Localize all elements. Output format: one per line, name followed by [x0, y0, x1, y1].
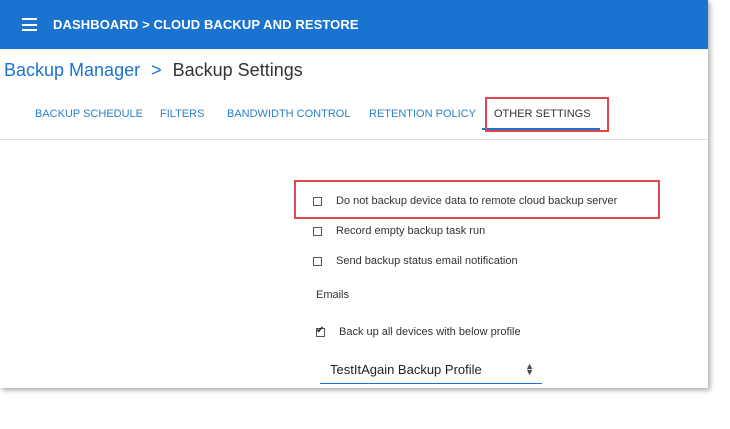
- emails-label: Emails: [316, 289, 350, 301]
- tab-bandwidth-control[interactable]: BANDWIDTH CONTROL: [227, 108, 350, 120]
- breadcrumb-separator: >: [151, 60, 162, 80]
- option-record-empty-run[interactable]: Record empty backup task run: [313, 225, 485, 237]
- top-bar-title: DASHBOARD > CLOUD BACKUP AND RESTORE: [53, 17, 359, 32]
- hamburger-icon[interactable]: [22, 18, 37, 31]
- breadcrumb-root[interactable]: Backup Manager: [4, 60, 140, 80]
- tab-backup-schedule[interactable]: BACKUP SCHEDULE: [35, 108, 143, 120]
- option-no-remote-backup[interactable]: Do not backup device data to remote clou…: [313, 195, 617, 207]
- option-label: Record empty backup task run: [336, 225, 486, 237]
- tab-retention-policy[interactable]: RETENTION POLICY: [369, 108, 476, 120]
- top-bar: DASHBOARD > CLOUD BACKUP AND RESTORE: [0, 0, 708, 49]
- option-label: Do not backup device data to remote clou…: [336, 195, 618, 207]
- option-label: Send backup status email notification: [336, 255, 518, 267]
- checkbox-no-remote-backup[interactable]: [313, 196, 322, 206]
- checkbox-send-status-email[interactable]: [313, 256, 322, 266]
- checkbox-record-empty-run[interactable]: [313, 226, 322, 236]
- app-window: DASHBOARD > CLOUD BACKUP AND RESTORE Bac…: [0, 0, 708, 388]
- checkbox-backup-all-devices[interactable]: [316, 325, 325, 337]
- page-title: Backup Settings: [172, 60, 303, 80]
- option-backup-all-devices[interactable]: Back up all devices with below profile: [316, 325, 521, 338]
- profile-select-value: TestItAgain Backup Profile: [330, 362, 482, 377]
- divider: [0, 139, 708, 140]
- sort-arrows-icon: ▲ ▼: [525, 361, 534, 377]
- option-send-status-email[interactable]: Send backup status email notification: [313, 255, 518, 267]
- breadcrumb: Backup Manager > Backup Settings: [4, 60, 303, 81]
- tab-filters[interactable]: FILTERS: [160, 108, 204, 120]
- highlight-box-tab: [485, 97, 609, 132]
- option-label: Back up all devices with below profile: [339, 326, 521, 338]
- profile-select[interactable]: TestItAgain Backup Profile ▲ ▼: [320, 356, 542, 384]
